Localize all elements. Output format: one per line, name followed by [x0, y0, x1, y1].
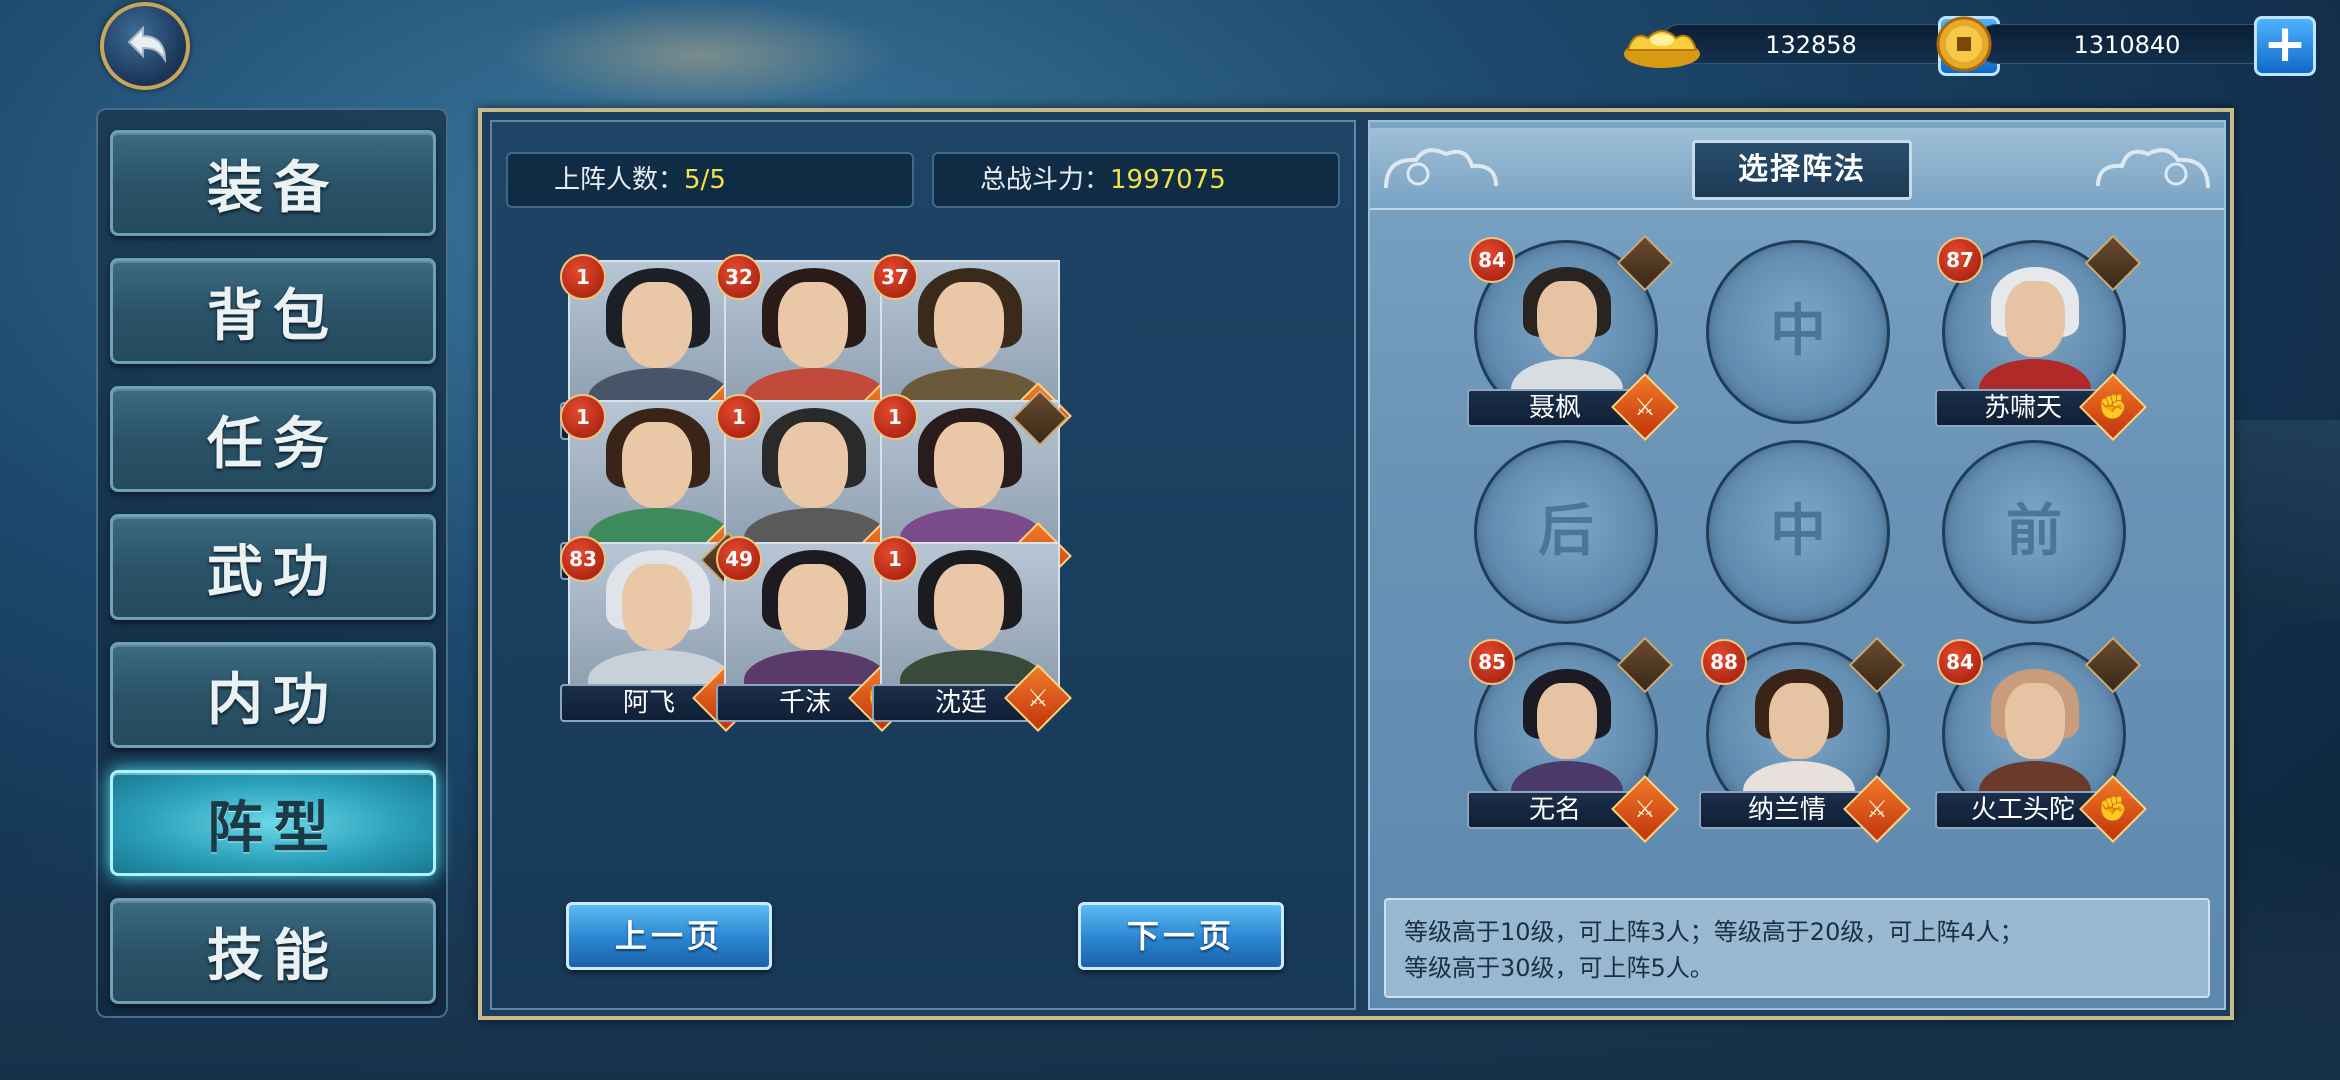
hero-level-badge: 1	[560, 394, 606, 440]
back-button[interactable]	[100, 2, 190, 90]
menu-bag[interactable]: 背包	[110, 258, 436, 364]
deploy-count: 上阵人数：5/5	[506, 152, 914, 208]
menu-skills[interactable]: 技能	[110, 898, 436, 1004]
roster-hero-card[interactable]: 阿飞83⚔	[560, 531, 760, 732]
pet-icon	[2084, 234, 2142, 292]
rule-line: 等级高于30级，可上阵5人。	[1404, 954, 1714, 982]
pet-icon	[1616, 636, 1674, 694]
position-label: 前	[2006, 499, 2062, 564]
formation-slot-empty[interactable]: 中	[1706, 440, 1890, 624]
total-power: 总战斗力：1997075	[932, 152, 1340, 208]
menu-label: 技能	[207, 922, 339, 989]
hero-level-badge: 37	[872, 254, 918, 300]
menu-martial-arts[interactable]: 武功	[110, 514, 436, 620]
menu-label: 武功	[207, 538, 339, 605]
position-label: 后	[1538, 499, 1594, 564]
hero-level-badge: 32	[716, 254, 762, 300]
roster-pane: 上阵人数：5/5 总战斗力：1997075 叶孤城1⚔乔恩32⚔黄超37✊苏小小…	[490, 120, 1356, 1010]
coin-value: 1310840	[2073, 31, 2181, 59]
deploy-label: 上阵人数：	[554, 165, 685, 195]
formation-slot-hero[interactable]: 纳兰情 88 ⚔	[1699, 636, 1911, 843]
select-formation-button[interactable]: 选择阵法	[1692, 140, 1912, 200]
roster-hero-card[interactable]: 沈廷 1 ⚔	[872, 536, 1072, 732]
pet-icon	[1848, 636, 1906, 694]
formation-panel: 上阵人数：5/5 总战斗力：1997075 叶孤城1⚔乔恩32⚔黄超37✊苏小小…	[478, 108, 2234, 1020]
gold-value: 132858	[1765, 31, 1857, 59]
formation-pane: 选择阵法 聂枫 84 ⚔ 中苏啸天 87 ✊ 后中前无名 85 ⚔ 纳兰情 88 ⚔ 火工头陀 84 ✊ 等…	[1368, 120, 2226, 1010]
hero-level-badge: 85	[1469, 639, 1515, 685]
menu-label: 背包	[207, 282, 339, 349]
formation-slot-hero[interactable]: 火工头陀 84 ✊	[1935, 636, 2147, 843]
next-page-button[interactable]: 下一页	[1078, 902, 1284, 970]
hero-level-badge: 87	[1937, 237, 1983, 283]
menu-inner-power[interactable]: 内功	[110, 642, 436, 748]
pet-icon	[1616, 234, 1674, 292]
plus-icon: +	[2263, 14, 2307, 74]
deploy-value: 5/5	[684, 165, 726, 195]
hero-level-badge: 1	[872, 394, 918, 440]
add-coin-button[interactable]: +	[2254, 16, 2316, 76]
formation-slot-empty[interactable]: 前	[1942, 440, 2126, 624]
formation-slot-empty[interactable]: 中	[1706, 240, 1890, 424]
gold-bar: 132858	[1660, 24, 1970, 64]
position-label: 中	[1770, 499, 1826, 564]
gold-ingot-icon	[1624, 30, 1700, 68]
hero-level-badge: 1	[560, 254, 606, 300]
rule-line: 等级高于10级，可上阵3人；等级高于20级，可上阵4人；	[1404, 918, 2024, 946]
hero-level-badge: 84	[1469, 237, 1515, 283]
side-menu: 装备 背包 任务 武功 内功 阵型 技能	[96, 108, 448, 1018]
hero-level-badge: 1	[872, 536, 918, 582]
pet-icon	[2084, 636, 2142, 694]
power-label: 总战斗力：	[980, 165, 1111, 195]
cloud-swirl-icon	[1384, 148, 1498, 189]
copper-coin-icon	[1936, 16, 1992, 72]
prev-page-button[interactable]: 上一页	[566, 902, 772, 970]
hero-level-badge: 83	[560, 536, 606, 582]
formation-slot-hero[interactable]: 苏啸天 87 ✊	[1935, 234, 2147, 441]
menu-label: 内功	[207, 666, 339, 733]
formation-slot-hero[interactable]: 聂枫 84 ⚔	[1467, 234, 1679, 441]
menu-label: 任务	[207, 410, 339, 477]
hero-level-badge: 49	[716, 536, 762, 582]
menu-label: 装备	[207, 154, 339, 221]
formation-slot-empty[interactable]: 后	[1474, 440, 1658, 624]
coin-currency: 1310840 +	[1936, 16, 2316, 76]
back-arrow-icon	[127, 25, 167, 64]
menu-label: 阵型	[207, 794, 339, 861]
roster-hero-card[interactable]: 千沫49✊	[716, 536, 916, 732]
cloud-swirl-icon	[2096, 148, 2210, 189]
hero-level-badge: 84	[1937, 639, 1983, 685]
coin-bar: 1310840	[1976, 24, 2286, 64]
formation-slot-hero[interactable]: 无名 85 ⚔	[1467, 636, 1679, 843]
formation-header: 选择阵法	[1370, 128, 2224, 210]
position-label: 中	[1770, 299, 1826, 364]
menu-equipment[interactable]: 装备	[110, 130, 436, 236]
hero-level-badge: 88	[1701, 639, 1747, 685]
menu-formation[interactable]: 阵型	[110, 770, 436, 876]
deploy-rule-text: 等级高于10级，可上阵3人；等级高于20级，可上阵4人； 等级高于30级，可上阵…	[1384, 898, 2210, 998]
power-value: 1997075	[1110, 165, 1226, 195]
hero-level-badge: 1	[716, 394, 762, 440]
menu-quest[interactable]: 任务	[110, 386, 436, 492]
